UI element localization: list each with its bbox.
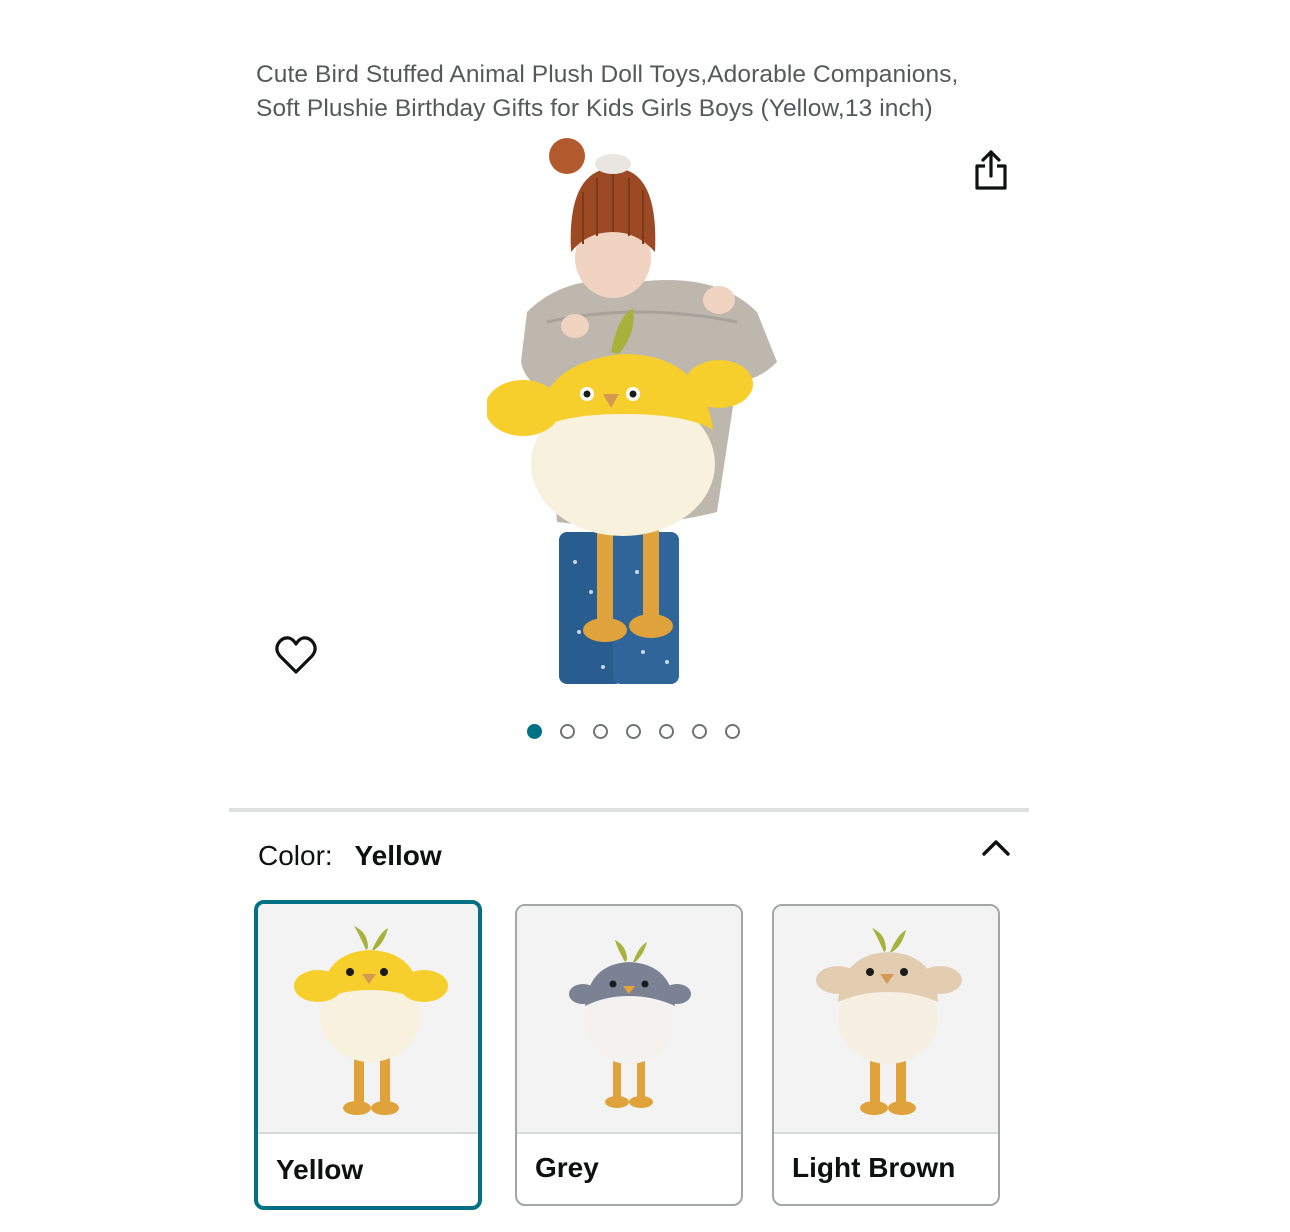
color-label: Color: (258, 840, 333, 871)
swatch-label-yellow: Yellow (276, 1154, 364, 1185)
color-swatch-grey[interactable]: Grey (515, 904, 743, 1206)
carousel-dot-4[interactable] (625, 724, 641, 739)
color-swatch-light-brown[interactable]: Light Brown (772, 904, 1000, 1206)
swatch-image-yellow (258, 904, 478, 1134)
share-icon (975, 150, 1007, 190)
color-swatch-yellow[interactable]: Yellow (254, 900, 482, 1210)
selected-color-value: Yellow (354, 840, 442, 871)
product-title[interactable]: Cute Bird Stuffed Animal Plush Doll Toys… (256, 58, 996, 126)
heart-icon (275, 636, 317, 674)
carousel-dot-1[interactable] (526, 724, 542, 739)
chevron-up-icon (982, 840, 1010, 856)
share-button[interactable] (971, 148, 1011, 194)
swatch-label-grey: Grey (535, 1152, 599, 1183)
collapse-color-button[interactable] (979, 834, 1013, 862)
product-photo-illustration (485, 138, 777, 684)
swatch-label-light-brown: Light Brown (792, 1152, 956, 1183)
section-divider (229, 808, 1029, 812)
product-main-image[interactable] (485, 132, 793, 688)
product-page: Cute Bird Stuffed Animal Plush Doll Toys… (229, 0, 1029, 1232)
carousel-dot-3[interactable] (592, 724, 608, 739)
carousel-dot-5[interactable] (658, 724, 674, 739)
carousel-dot-2[interactable] (559, 724, 575, 739)
image-carousel-indicators (229, 724, 1029, 746)
carousel-dot-7[interactable] (724, 724, 740, 739)
color-selector-header: Color: Yellow (258, 838, 442, 874)
wishlist-button[interactable] (273, 632, 319, 678)
swatch-image-light-brown (774, 906, 998, 1134)
carousel-dot-6[interactable] (691, 724, 707, 739)
swatch-image-grey (517, 906, 741, 1134)
